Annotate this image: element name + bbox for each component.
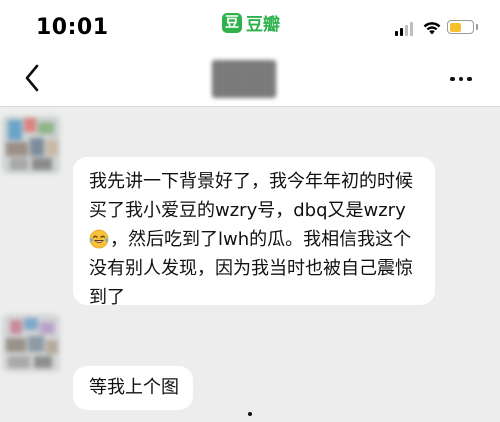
chat-screen: 10:01 豆 豆瓣 我先讲一下背景好了，我今年年初的时候 买了我小爱豆的wzr… <box>0 0 500 422</box>
message-bubble[interactable]: 等我上个图 <box>73 366 193 410</box>
battery-level <box>449 22 461 32</box>
back-button[interactable] <box>14 60 50 96</box>
more-button[interactable] <box>444 66 478 92</box>
message-line: 我先讲一下背景好了，我今年年初的时候 <box>89 171 413 192</box>
sender-avatar[interactable] <box>2 116 60 174</box>
nav-bar <box>0 52 500 107</box>
sender-avatar[interactable] <box>2 314 60 372</box>
message-line: 没有别人发现，因为我当时也被自己震惊 <box>89 258 413 279</box>
more-dot <box>450 76 455 82</box>
status-time: 10:01 <box>36 15 109 40</box>
message-text: 等我上个图 <box>89 377 179 398</box>
tears-of-joy-emoji <box>89 229 109 249</box>
message-line: ，然后吃到了lwh的瓜。我相信我这个 <box>110 229 412 250</box>
app-badge: 豆 豆瓣 <box>222 10 280 35</box>
douban-app-icon: 豆 <box>222 12 242 33</box>
status-bar: 10:01 豆 豆瓣 <box>0 0 500 52</box>
message-line-with-emoji: ，然后吃到了lwh的瓜。我相信我这个 <box>89 225 421 254</box>
wifi-icon <box>422 20 442 39</box>
battery-tip <box>476 24 478 30</box>
message-line: 到了 <box>89 287 125 308</box>
signal-icon <box>395 22 413 36</box>
chevron-left-icon <box>25 64 39 92</box>
more-dot <box>467 76 472 82</box>
message-line: 买了我小爱豆的wzry号，dbq又是wzry <box>89 200 406 221</box>
message-bubble[interactable]: 我先讲一下背景好了，我今年年初的时候 买了我小爱豆的wzry号，dbq又是wzr… <box>73 157 435 308</box>
scroll-indicator-dot <box>248 412 252 416</box>
more-dot <box>458 76 464 82</box>
conversation-title-redacted <box>212 60 276 98</box>
app-name: 豆瓣 <box>246 15 280 35</box>
battery-icon <box>447 20 474 34</box>
